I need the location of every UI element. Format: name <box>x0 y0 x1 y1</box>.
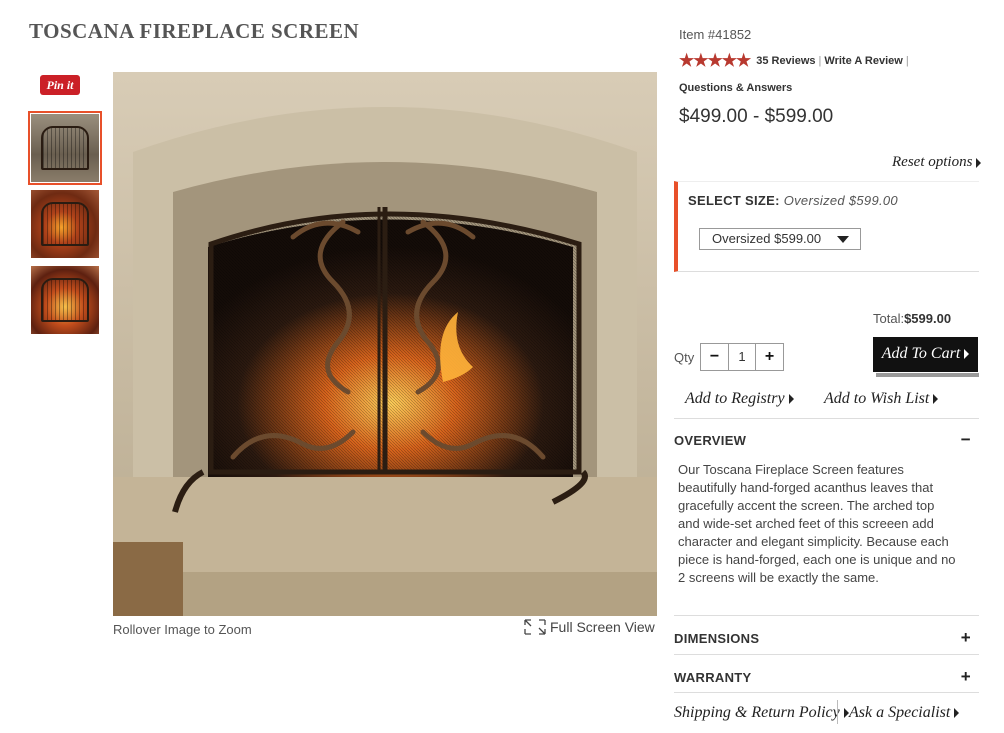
specialist-label: Ask a Specialist <box>849 704 951 721</box>
fireplace-screen-thumbnail-image <box>41 202 89 246</box>
overview-title: OVERVIEW <box>674 432 747 448</box>
selected-size-value: Oversized $599.00 <box>783 193 898 208</box>
size-label-text: SELECT SIZE: <box>688 193 780 208</box>
ask-specialist-link[interactable]: Ask a Specialist <box>849 704 960 722</box>
write-review-link[interactable]: Write A Review <box>824 55 902 67</box>
qty-input[interactable]: 1 <box>728 344 756 370</box>
triangle-right-icon <box>954 708 960 719</box>
overview-header[interactable]: OVERVIEW − <box>674 430 979 450</box>
total-label: Total: <box>873 311 905 326</box>
shipping-return-policy-link[interactable]: Shipping & Return Policy <box>674 704 849 722</box>
cart-button-shadow <box>876 373 979 377</box>
triangle-right-icon <box>933 394 939 405</box>
triangle-right-icon <box>843 708 849 719</box>
dimensions-title: DIMENSIONS <box>674 630 760 646</box>
full-screen-view-link[interactable]: Full Screen View <box>524 619 655 635</box>
warranty-header[interactable]: WARRANTY + <box>674 667 979 687</box>
quantity-stepper: − 1 + <box>700 343 784 371</box>
fireplace-screen-thumbnail-image <box>41 278 89 322</box>
plus-icon[interactable]: + <box>961 628 971 648</box>
size-dropdown-value: Oversized $599.00 <box>712 231 822 246</box>
reset-options-link[interactable]: Reset options <box>892 154 982 171</box>
expand-icon <box>524 619 546 635</box>
shipping-label: Shipping & Return Policy <box>674 704 840 721</box>
add-to-registry-link[interactable]: Add to Registry <box>685 390 794 408</box>
page-title: TOSCANA FIREPLACE SCREEN <box>29 19 360 43</box>
select-size-label: SELECT SIZE: Oversized $599.00 <box>688 193 898 208</box>
link-separator: | <box>818 55 822 67</box>
rating-stars: ★★★★★ <box>679 51 751 70</box>
full-screen-label: Full Screen View <box>550 619 655 635</box>
chevron-down-icon <box>837 236 849 243</box>
overview-section: OVERVIEW − Our Toscana Fireplace Screen … <box>674 418 979 615</box>
triangle-right-icon <box>976 157 982 168</box>
plus-icon[interactable]: + <box>961 667 971 687</box>
size-dropdown[interactable]: Oversized $599.00 <box>699 228 861 250</box>
qty-label: Qty <box>674 350 695 365</box>
warranty-section: WARRANTY + <box>674 654 979 693</box>
qty-decrease-button[interactable]: − <box>701 344 728 370</box>
warranty-title: WARRANTY <box>674 669 752 685</box>
reset-options-label: Reset options <box>892 154 973 170</box>
reviews-link[interactable]: 35 Reviews <box>756 55 815 67</box>
thumbnail-1[interactable] <box>28 111 102 185</box>
dimensions-section: DIMENSIONS + <box>674 615 979 654</box>
rollover-zoom-hint: Rollover Image to Zoom <box>113 622 252 637</box>
pinterest-pin-button[interactable]: Pin it <box>40 75 80 95</box>
qty-increase-button[interactable]: + <box>756 344 783 370</box>
total-value: $599.00 <box>904 311 952 326</box>
thumbnail-2[interactable] <box>31 190 99 258</box>
dimensions-header[interactable]: DIMENSIONS + <box>674 628 979 648</box>
order-total: Total:$599.00 <box>873 311 951 326</box>
overview-description: Our Toscana Fireplace Screen features be… <box>678 462 956 585</box>
size-selector-panel: SELECT SIZE: Oversized $599.00 Oversized … <box>674 181 979 272</box>
add-to-registry-label: Add to Registry <box>685 390 785 407</box>
footer-link-divider <box>837 700 838 724</box>
add-to-wishlist-link[interactable]: Add to Wish List <box>824 390 939 408</box>
item-number: Item #41852 <box>679 27 752 42</box>
questions-answers-link[interactable]: Questions & Answers <box>679 82 792 94</box>
add-to-cart-label: Add To Cart <box>881 345 961 362</box>
price-range: $499.00 - $599.00 <box>679 106 834 127</box>
add-to-wishlist-label: Add to Wish List <box>824 390 930 407</box>
minus-icon[interactable]: − <box>961 430 971 450</box>
thumbnail-3[interactable] <box>31 266 99 334</box>
triangle-right-icon <box>788 394 794 405</box>
fireplace-screen-thumbnail-image <box>41 126 89 170</box>
add-to-cart-button[interactable]: Add To Cart <box>873 337 978 372</box>
link-separator: | <box>905 55 909 67</box>
rating-row: ★★★★★ 35 Reviews | Write A Review | <box>679 51 912 71</box>
main-product-image[interactable] <box>113 72 657 616</box>
triangle-right-icon <box>964 349 970 360</box>
